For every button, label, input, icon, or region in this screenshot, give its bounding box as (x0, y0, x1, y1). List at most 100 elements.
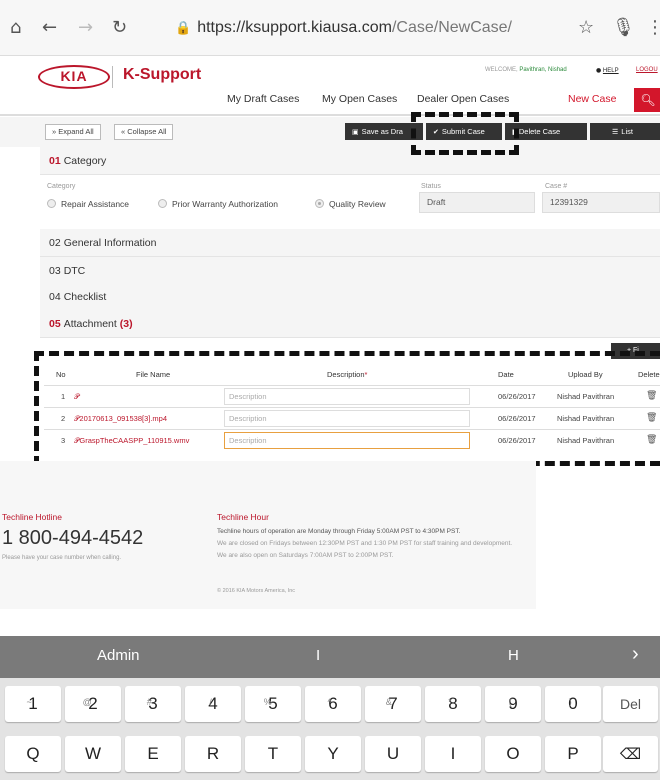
logout-link[interactable]: LOGOU (636, 67, 658, 73)
mic-icon[interactable]: 🎙 (612, 17, 635, 38)
list-icon: ☰ (612, 128, 619, 136)
search-button[interactable]: 🔍︎ (634, 88, 660, 112)
key-y[interactable]: Y (305, 736, 361, 772)
key-alt-label: ~ (26, 697, 32, 707)
key-alt-label: ^ (327, 697, 332, 707)
key-p[interactable]: P (545, 736, 601, 772)
list-label: List (621, 127, 633, 136)
section-number: 01 (49, 155, 61, 167)
copyright: © 2016 KIA Motors America, Inc (217, 588, 296, 594)
section-label: Attachment (63, 318, 117, 330)
user-name[interactable]: Pavithran, Nishad (519, 67, 566, 73)
radio-label: Prior Warranty Authorization (172, 199, 278, 209)
browser-bar: ⌂ ← → ↻ 🔒 https://ksupport.kiausa.com/Cas… (0, 0, 660, 56)
key-9[interactable]: 9( (485, 686, 541, 722)
welcome-label: WELCOME, (485, 67, 518, 73)
suggestion-item[interactable]: Admin (97, 647, 140, 664)
hotline-phone[interactable]: 1 800-494-4542 (2, 527, 143, 550)
suggestion-item[interactable]: H (508, 647, 519, 664)
help-icon: ● (596, 67, 602, 74)
key-3[interactable]: 3 # (125, 686, 181, 722)
suggestion-item[interactable]: I (316, 647, 320, 664)
chevron-down-icon: » (52, 127, 57, 136)
help-label: HELP (602, 68, 619, 74)
expand-all-button[interactable]: » Expand All (45, 124, 101, 140)
welcome-text: WELCOME, Pavithran, Nishad (485, 67, 567, 73)
section-label: General Information (63, 237, 157, 249)
forward-icon[interactable]: → (78, 17, 93, 38)
radio-icon (158, 199, 167, 209)
key-1[interactable]: 1 ~ (5, 686, 61, 722)
key-o[interactable]: O (485, 736, 541, 772)
radio-icon (47, 199, 56, 209)
key-6[interactable]: 6 ^ (305, 686, 361, 722)
save-icon: ▣ (352, 128, 359, 136)
key-r[interactable]: R (185, 736, 241, 772)
key-w[interactable]: W (65, 736, 121, 772)
key-glyph: 3 # (147, 694, 158, 713)
key-4[interactable]: 4/ (185, 686, 241, 722)
section-category-header[interactable]: 01 Category (40, 147, 660, 175)
backspace-key[interactable]: ⌫ (603, 736, 658, 772)
suggestion-expand-icon[interactable]: › (632, 643, 639, 666)
key-q[interactable]: Q (5, 736, 61, 772)
brand-divider (112, 66, 113, 88)
menu-icon[interactable]: ⋮ (646, 17, 660, 38)
key-alt-label: ) (568, 697, 572, 707)
key-7[interactable]: 7 & (365, 686, 421, 722)
collapse-all-button[interactable]: « Collapse All (114, 124, 174, 140)
radio-repair-assistance[interactable]: Repair Assistance (47, 199, 129, 209)
key-0[interactable]: 0) (545, 686, 601, 722)
key-alt-label: ( (508, 697, 512, 707)
nav-my-draft-cases[interactable]: My Draft Cases (227, 93, 299, 105)
key-i[interactable]: I (425, 736, 481, 772)
delete-key[interactable]: Del (603, 686, 658, 722)
help-link[interactable]: ● HELP (596, 67, 619, 74)
key-glyph: 4/ (208, 694, 217, 713)
section-general-information-header[interactable]: 02 General Information (40, 229, 660, 257)
key-8[interactable]: 8 * (425, 686, 481, 722)
case-number-label: Case # (545, 183, 568, 190)
key-glyph: 0) (568, 694, 577, 713)
hours-line: We are also open on Saturdays 7:00AM PST… (217, 552, 394, 559)
key-glyph: 6 ^ (328, 694, 338, 713)
section-dtc-header[interactable]: 03 DTC (40, 257, 660, 285)
star-icon[interactable]: ☆ (578, 17, 594, 38)
radio-selected-icon (315, 199, 324, 209)
search-icon: 🔍︎ (640, 93, 656, 107)
home-icon[interactable]: ⌂ (10, 17, 21, 38)
section-attachment-header[interactable]: 05 Attachment (3) (40, 310, 660, 338)
hotline-title: Techline Hotline (2, 512, 63, 522)
collapse-all-label: Collapse All (127, 127, 167, 136)
brand-title: K-Support (123, 66, 202, 83)
nav-my-open-cases[interactable]: My Open Cases (322, 93, 397, 105)
address-bar[interactable]: 🔒 https://ksupport.kiausa.com/Case/NewCas… (175, 10, 570, 46)
section-number: 05 (49, 318, 61, 330)
section-label: Checklist (63, 291, 107, 303)
attachments-highlight-box (34, 351, 660, 466)
list-button[interactable]: ☰ List (590, 123, 660, 140)
section-number: 03 (49, 265, 61, 277)
key-2[interactable]: 2 @ (65, 686, 121, 722)
reload-icon[interactable]: ↻ (112, 17, 127, 38)
key-glyph: 2 @ (83, 694, 98, 713)
key-5[interactable]: 5% (245, 686, 301, 722)
attachment-count: (3) (119, 318, 133, 330)
kia-logo[interactable]: KIA (38, 65, 110, 89)
key-t[interactable]: T (245, 736, 301, 772)
hours-line: We are closed on Fridays between 12:30PM… (217, 540, 513, 547)
nav-dealer-open-cases[interactable]: Dealer Open Cases (417, 93, 509, 105)
key-alt-label: # (146, 697, 152, 707)
key-u[interactable]: U (365, 736, 421, 772)
section-label: Category (63, 155, 107, 167)
key-alt-label: @ (82, 697, 92, 707)
key-e[interactable]: E (125, 736, 181, 772)
section-checklist-header[interactable]: 04 Checklist (40, 283, 660, 311)
back-icon[interactable]: ← (42, 17, 57, 38)
nav-new-case[interactable]: New Case (568, 93, 616, 105)
radio-prior-warranty-authorization[interactable]: Prior Warranty Authorization (158, 199, 278, 209)
key-alt-label: / (209, 697, 212, 707)
hotline-note: Please have your case number when callin… (2, 555, 122, 561)
radio-quality-review[interactable]: Quality Review (315, 199, 386, 209)
radio-label: Quality Review (329, 199, 386, 209)
